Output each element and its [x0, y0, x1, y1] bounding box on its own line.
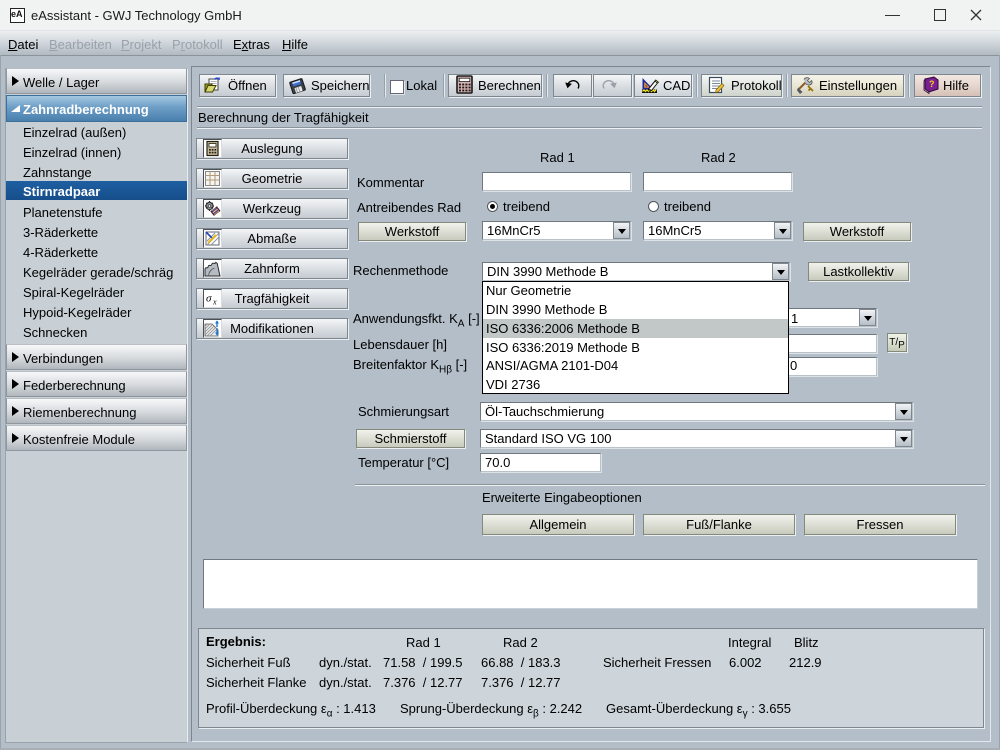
- svg-text:?: ?: [929, 79, 935, 89]
- svg-text:σ: σ: [206, 293, 212, 305]
- svg-text:x: x: [212, 298, 217, 307]
